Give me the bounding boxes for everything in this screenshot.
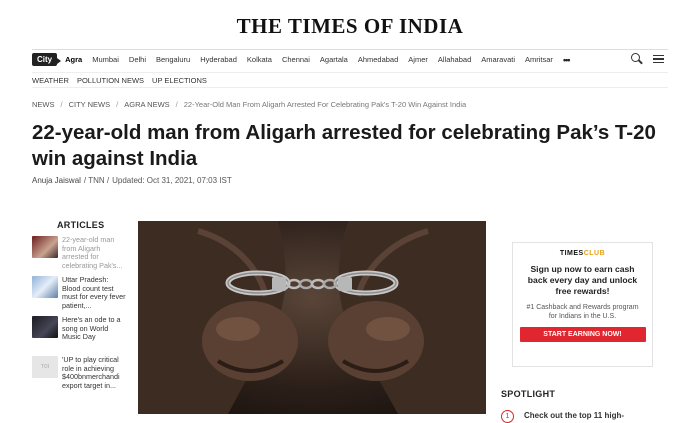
city-link-ajmer[interactable]: Ajmer xyxy=(408,55,428,64)
city-link-agra[interactable]: Agra xyxy=(65,55,82,64)
article-list-title[interactable]: 'UP to play critical role in achieving $… xyxy=(62,355,126,396)
hamburger-menu-icon[interactable] xyxy=(653,54,664,64)
breadcrumb-current: 22-Year-Old Man From Aligarh Arrested Fo… xyxy=(183,100,467,109)
updated-timestamp: Updated: Oct 31, 2021, 07:03 IST xyxy=(112,176,232,185)
city-link-bengaluru[interactable]: Bengaluru xyxy=(156,55,190,64)
city-link-delhi[interactable]: Delhi xyxy=(129,55,146,64)
city-link-kolkata[interactable]: Kolkata xyxy=(247,55,272,64)
times-club-ad[interactable]: TIMESCLUB Sign up now to earn cash back … xyxy=(512,242,653,367)
ad-subtext: #1 Cashback and Rewards program for Indi… xyxy=(526,304,639,320)
toi-logo-icon: TOI xyxy=(40,364,50,370)
city-link-hyderabad[interactable]: Hyderabad xyxy=(200,55,237,64)
article-list-item[interactable]: Here's an ode to a song on World Music D… xyxy=(32,315,127,356)
breadcrumb-separator: / xyxy=(175,100,178,109)
sub-nav-bar: WEATHER POLLUTION NEWS UP ELECTIONS xyxy=(32,72,668,88)
city-link-mumbai[interactable]: Mumbai xyxy=(92,55,119,64)
author-link[interactable]: Anuja Jaiswal xyxy=(32,176,81,185)
site-logo[interactable]: THE TIMES OF INDIA xyxy=(0,14,700,39)
breadcrumb-separator: / xyxy=(60,100,63,109)
breadcrumb-news[interactable]: NEWS xyxy=(32,100,55,109)
article-list-title[interactable]: Uttar Pradesh: Blood count test must for… xyxy=(62,275,126,316)
breadcrumb-city-news[interactable]: CITY NEWS xyxy=(69,100,111,109)
city-link-chennai[interactable]: Chennai xyxy=(282,55,310,64)
articles-list: 22-year-old man from Aligarh arrested fo… xyxy=(32,235,127,396)
spotlight-heading: SPOTLIGHT xyxy=(501,389,556,399)
city-badge: City xyxy=(32,53,62,66)
source-label: / TNN / xyxy=(83,176,110,185)
handcuffs-photo xyxy=(138,221,486,414)
article-list-item[interactable]: 22-year-old man from Aligarh arrested fo… xyxy=(32,235,127,276)
byline: Anuja Jaiswal / TNN / Updated: Oct 31, 2… xyxy=(32,176,232,185)
search-icon[interactable] xyxy=(631,53,643,65)
ad-heading: Sign up now to earn cash back every day … xyxy=(527,264,638,296)
spotlight-number-badge: 1 xyxy=(501,410,514,423)
breadcrumb: NEWS / CITY NEWS / AGRA NEWS / 22-Year-O… xyxy=(32,100,466,109)
ad-logo-main: TIMES xyxy=(559,250,584,257)
city-link-amaravati[interactable]: Amaravati xyxy=(481,55,515,64)
sub-nav-up-elections[interactable]: UP ELECTIONS xyxy=(152,76,207,85)
article-thumbnail[interactable] xyxy=(32,316,58,338)
more-cities-button[interactable]: ••• xyxy=(563,55,571,65)
breadcrumb-separator: / xyxy=(116,100,119,109)
article-list-item[interactable]: TOI 'UP to play critical role in achievi… xyxy=(32,355,127,396)
times-club-logo: TIMESCLUB xyxy=(513,250,652,257)
city-link-ahmedabad[interactable]: Ahmedabad xyxy=(358,55,398,64)
article-thumbnail-placeholder[interactable]: TOI xyxy=(32,356,58,378)
article-thumbnail[interactable] xyxy=(32,276,58,298)
spotlight-item[interactable]: 1 Check out the top 11 high- xyxy=(501,410,624,423)
spotlight-item-title[interactable]: Check out the top 11 high- xyxy=(524,410,624,423)
sub-nav-weather[interactable]: WEATHER xyxy=(32,76,69,85)
article-list-item[interactable]: Uttar Pradesh: Blood count test must for… xyxy=(32,275,127,316)
sub-nav-pollution-news[interactable]: POLLUTION NEWS xyxy=(77,76,144,85)
city-nav-bar: City Agra Mumbai Delhi Bengaluru Hyderab… xyxy=(32,49,668,69)
city-link-allahabad[interactable]: Allahabad xyxy=(438,55,471,64)
hero-image-handcuffs xyxy=(138,221,486,414)
start-earning-button[interactable]: START EARNING NOW! xyxy=(519,327,646,342)
city-link-amritsar[interactable]: Amritsar xyxy=(525,55,553,64)
city-link-agartala[interactable]: Agartala xyxy=(320,55,348,64)
breadcrumb-agra-news[interactable]: AGRA NEWS xyxy=(124,100,169,109)
article-list-title[interactable]: 22-year-old man from Aligarh arrested fo… xyxy=(62,235,126,276)
article-headline: 22-year-old man from Aligarh arrested fo… xyxy=(32,121,656,170)
ad-logo-accent: CLUB xyxy=(583,250,606,257)
articles-heading: ARTICLES xyxy=(57,220,105,230)
article-list-title[interactable]: Here's an ode to a song on World Music D… xyxy=(62,315,126,356)
article-thumbnail[interactable] xyxy=(32,236,58,258)
